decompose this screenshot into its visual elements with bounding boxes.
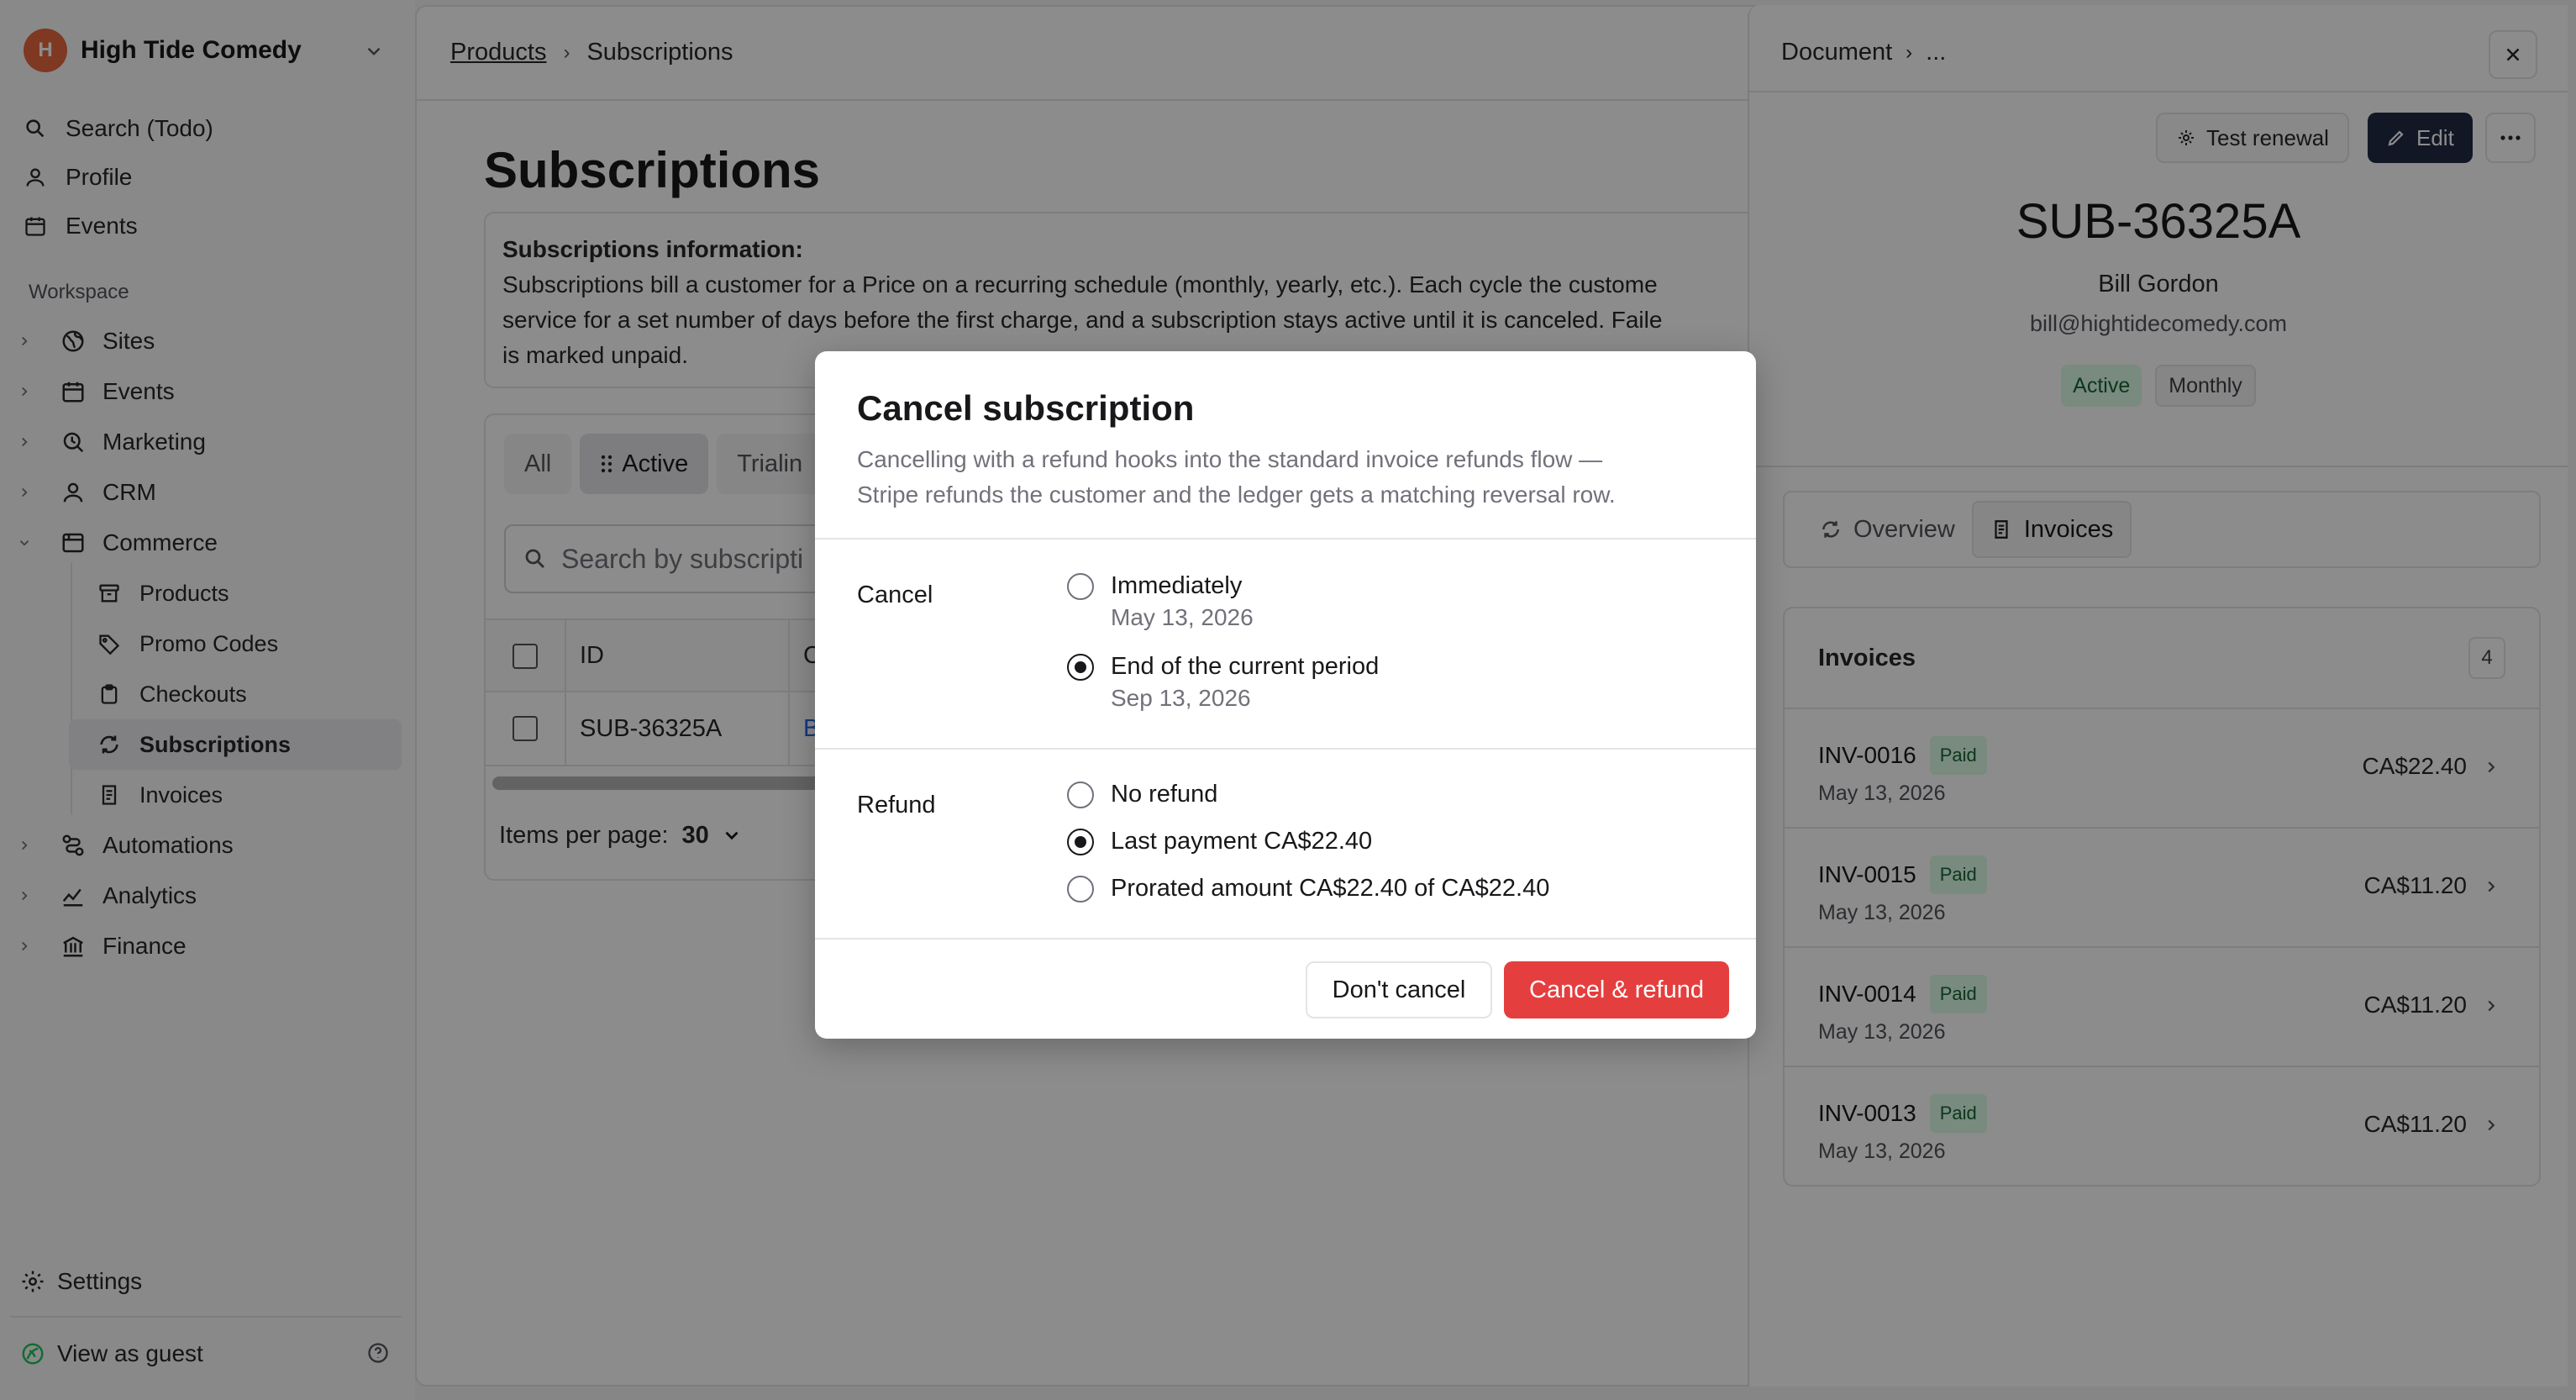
refund-label: Refund [857,792,936,818]
cancel-timing-label: Cancel [857,582,933,608]
divider [815,748,1756,750]
cancel-immediately-option[interactable]: Immediately May 13, 2026 [1067,570,1254,634]
option-label: End of the current period [1111,653,1380,680]
divider [815,538,1756,539]
option-label: Last payment CA$22.40 [1111,828,1373,855]
option-label: No refund [1111,781,1218,808]
dont-cancel-button[interactable]: Don't cancel [1306,961,1492,1018]
radio-button[interactable] [1067,876,1094,903]
dialog-title: Cancel subscription [857,388,1195,428]
option-label: Immediately [1111,572,1243,599]
cancel-and-refund-button[interactable]: Cancel & refund [1504,961,1729,1018]
cancel-subscription-dialog: Cancel subscription Cancelling with a re… [815,351,1756,1039]
radio-button[interactable] [1067,654,1094,681]
option-date: Sep 13, 2026 [1111,685,1251,711]
dialog-description-line: Stripe refunds the customer and the ledg… [857,482,1616,508]
no-refund-option[interactable]: No refund [1067,778,1217,810]
radio-button[interactable] [1067,782,1094,808]
option-date: May 13, 2026 [1111,604,1254,630]
divider [815,938,1756,939]
radio-button[interactable] [1067,573,1094,600]
last-payment-refund-option[interactable]: Last payment CA$22.40 [1067,825,1372,857]
dialog-description: Cancelling with a refund hooks into the … [857,442,1697,513]
prorated-refund-option[interactable]: Prorated amount CA$22.40 of CA$22.40 [1067,872,1549,904]
cancel-end-of-period-option[interactable]: End of the current period Sep 13, 2026 [1067,650,1379,714]
dialog-description-line: Cancelling with a refund hooks into the … [857,446,1603,472]
radio-button[interactable] [1067,829,1094,855]
option-label: Prorated amount CA$22.40 of CA$22.40 [1111,875,1550,902]
